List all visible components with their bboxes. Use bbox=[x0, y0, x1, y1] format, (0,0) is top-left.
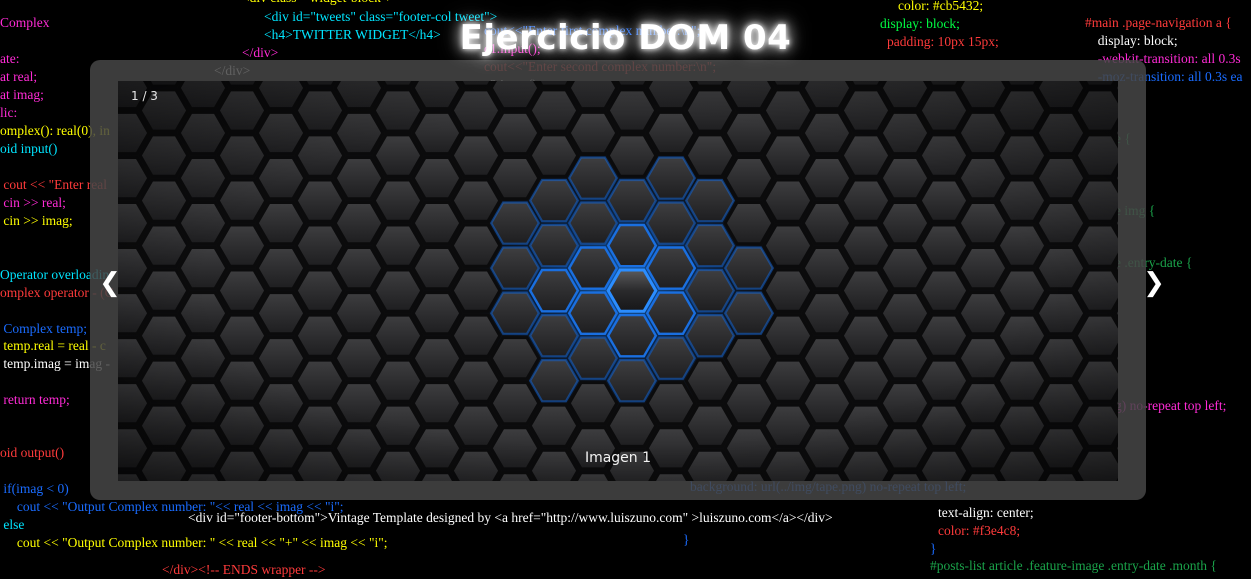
code-line: Complex temp; bbox=[0, 321, 87, 336]
code-line: color: #cb5432; bbox=[898, 0, 984, 13]
slide-image-container: 1 / 3 Imagen 1 bbox=[118, 81, 1118, 481]
previous-slide-button[interactable]: ❮ bbox=[90, 253, 130, 313]
code-line: text-align: center; bbox=[938, 505, 1034, 520]
code-line: <div class="widget-block"> bbox=[242, 0, 394, 7]
code-line: cin >> imag; bbox=[0, 213, 73, 228]
code-line: #posts-list article .feature-image .entr… bbox=[930, 558, 1217, 573]
code-line: return temp; bbox=[0, 392, 70, 407]
code-line: at imag; bbox=[0, 87, 44, 102]
code-line: lic: bbox=[0, 105, 18, 120]
code-line: else bbox=[0, 517, 25, 532]
next-slide-button[interactable]: ❯ bbox=[1134, 253, 1174, 313]
image-slider: 1 / 3 Imagen 1 ❮ ❯ bbox=[90, 60, 1165, 500]
chevron-left-icon: ❮ bbox=[99, 268, 121, 298]
slide-caption: Imagen 1 bbox=[584, 450, 652, 466]
code-line: color: #f3e4c8; bbox=[938, 523, 1021, 538]
page-title: Ejercicio DOM 04 bbox=[459, 18, 792, 58]
code-line: oid input() bbox=[0, 141, 58, 156]
code-line: </div><!-- ENDS wrapper --> bbox=[162, 562, 326, 577]
chevron-right-icon: ❯ bbox=[1143, 268, 1165, 298]
code-line: cin >> real; bbox=[0, 195, 66, 210]
code-line: if(imag < 0) bbox=[0, 481, 69, 496]
code-line: at real; bbox=[0, 69, 38, 84]
slide-counter: 1 / 3 bbox=[131, 89, 158, 103]
code-line: } bbox=[683, 532, 690, 547]
code-line: oid output() bbox=[0, 445, 65, 460]
code-line: cout << "Output Complex number: " << rea… bbox=[0, 535, 388, 550]
hexagon-pattern-image bbox=[118, 81, 1118, 481]
code-line: <div id="footer-bottom">Vintage Template… bbox=[188, 510, 833, 525]
code-line: } bbox=[930, 541, 937, 556]
